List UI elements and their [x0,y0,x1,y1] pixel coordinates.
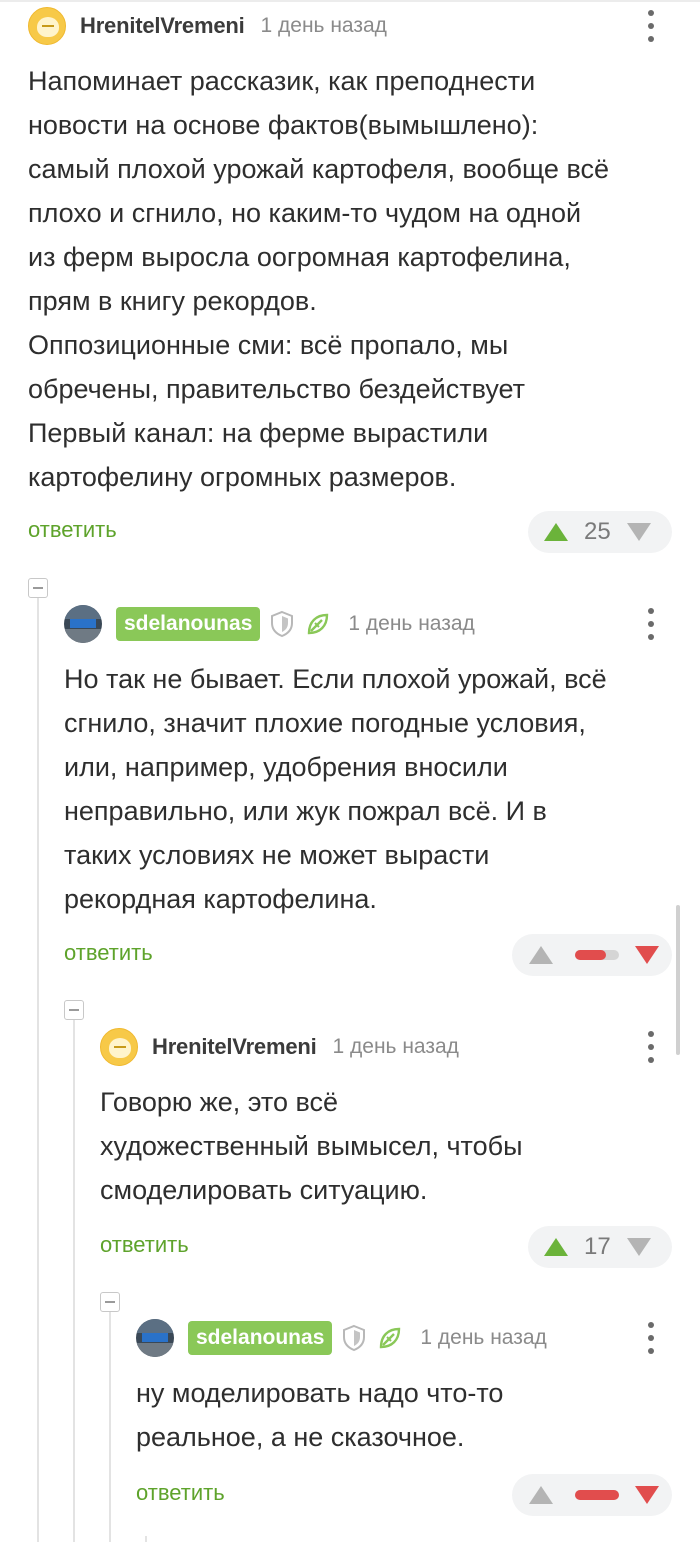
triangle-up-icon[interactable] [544,1238,568,1256]
rating-bar [575,1490,619,1500]
avatar[interactable] [100,1028,138,1066]
collapse-thread-button[interactable] [28,578,48,598]
more-vertical-icon[interactable] [644,10,658,42]
avatar[interactable] [64,605,102,643]
thread-line-level-3 [109,1312,111,1542]
rating-control [512,1474,672,1516]
rating-control [512,934,672,976]
author-name[interactable]: sdelanounas [188,1321,333,1355]
more-vertical-icon[interactable] [644,608,658,640]
comment-time: 1 день назад [348,612,475,635]
rating-count: 25 [584,518,611,545]
comment-line: картофелину огромных размеров. [28,462,457,492]
triangle-up-icon[interactable] [544,523,568,541]
avatar[interactable] [28,7,66,45]
rating-control: 25 [528,511,672,553]
comment-line: плохо и сгнило, но каким-то чудом на одн… [28,198,582,228]
author-name[interactable]: HrenitelVremeni [152,1034,317,1060]
comment-text: Но так не бывает. Если плохой урожай, вс… [64,657,674,921]
triangle-down-icon[interactable] [635,1486,659,1504]
rating-bar [575,950,619,960]
collapse-thread-button[interactable] [100,1292,120,1312]
leaf-icon [308,613,329,635]
rating-bar-fill [575,1490,619,1500]
comment-line: или, например, удобрения вносили [64,752,508,782]
comment-line: таких условиях не может вырасти [64,840,490,870]
rating-count: 17 [584,1233,611,1260]
comment-line: ну моделировать надо что-то [136,1378,504,1408]
comment-line: обречены, правительство бездействует [28,374,526,404]
comment-header: sdelanounas 1 день назад [64,604,700,644]
comment-line: Но так не бывает. Если плохой урожай, вс… [64,664,607,694]
comment-text: Говорю же, это всё художественный вымысе… [100,1080,675,1212]
triangle-down-icon[interactable] [635,946,659,964]
comment-line: новости на основе фактов(вымышлено): [28,110,539,140]
comment-line: самый плохой урожай картофеля, вообще вс… [28,154,610,184]
comment-time: 1 день назад [260,14,387,37]
author-name[interactable]: HrenitelVremeni [80,13,245,39]
comment-text: ну моделировать надо что-то реальное, а … [136,1371,676,1459]
comment-line: неправильно, или жук пожрал всё. И в [64,796,547,826]
triangle-up-icon[interactable] [529,1486,553,1504]
comment-line: Напоминает рассказик, как преподнести [28,66,536,96]
thread-line-level-4 [145,1536,147,1542]
comment-line: Первый канал: на ферме вырастили [28,418,489,448]
comment-text: Напоминает рассказик, как преподнести но… [28,59,678,499]
collapse-thread-button[interactable] [64,1000,84,1020]
top-divider [0,0,700,2]
comment-time: 1 день назад [420,1326,547,1349]
thread-line-level-2 [73,1020,75,1542]
triangle-down-icon[interactable] [626,1238,651,1256]
comment-line: из ферм выросла оогромная картофелина, [28,242,571,272]
rating-control: 17 [528,1226,672,1268]
comment-line: Оппозиционные сми: всё пропало, мы [28,330,509,360]
triangle-up-icon[interactable] [529,946,553,964]
comment-line: реальное, а не сказочное. [136,1422,465,1452]
shield-icon [271,610,294,638]
reply-link[interactable]: ответить [28,517,117,543]
comment-time: 1 день назад [332,1035,459,1058]
leaf-icon [380,1327,401,1349]
reply-link[interactable]: ответить [136,1480,225,1506]
rating-bar-fill [575,950,606,960]
comment-line: смоделировать ситуацию. [100,1175,428,1205]
comment-line: рекордная картофелина. [64,884,377,914]
avatar[interactable] [136,1319,174,1357]
shield-icon [343,1324,366,1352]
scrollbar[interactable] [676,905,680,1055]
comment-line: художественный вымысел, чтобы [100,1131,523,1161]
more-vertical-icon[interactable] [644,1322,658,1354]
triangle-down-icon[interactable] [626,523,651,541]
reply-link[interactable]: ответить [100,1232,189,1258]
comment-line: сгнило, значит плохие погодные условия, [64,708,586,738]
reply-link[interactable]: ответить [64,940,153,966]
more-vertical-icon[interactable] [644,1031,658,1063]
comment-line: прям в книгу рекордов. [28,286,317,316]
author-name[interactable]: sdelanounas [116,607,261,641]
comment-header: HrenitelVremeni 1 день назад [100,1027,700,1067]
comment-header: sdelanounas 1 день назад [136,1318,700,1358]
thread-line-level-1 [37,598,39,1542]
comment-line: Говорю же, это всё [100,1087,339,1117]
comment-header: HrenitelVremeni 1 день назад [28,6,700,46]
